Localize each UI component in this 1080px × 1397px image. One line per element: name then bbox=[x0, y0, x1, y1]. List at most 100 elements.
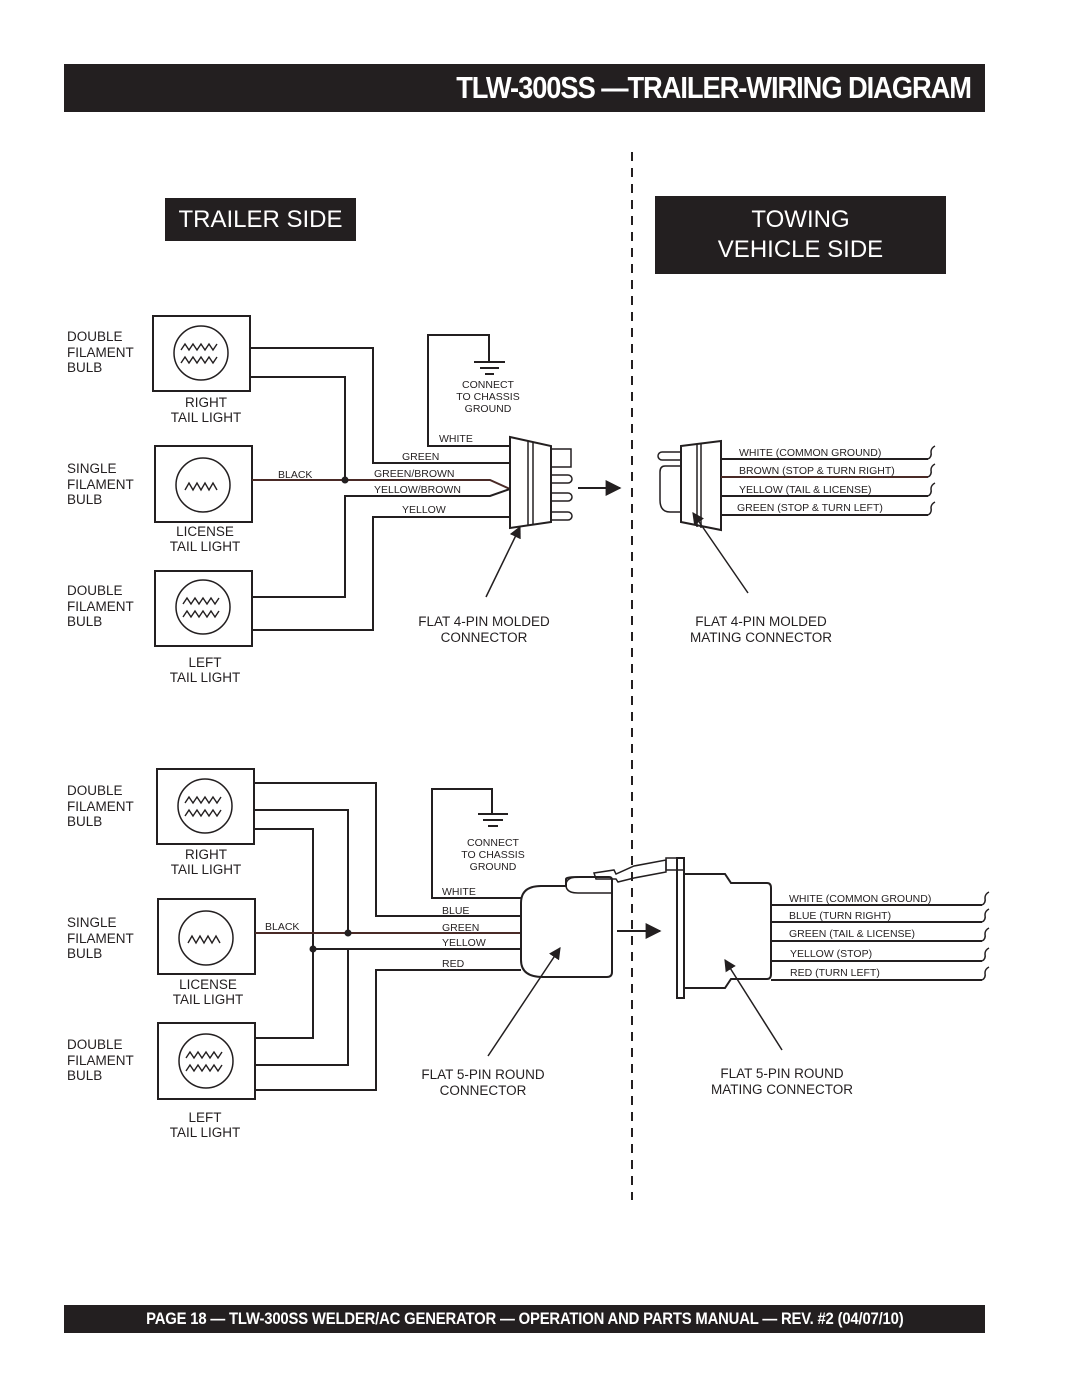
vehicle-wire-label: YELLOW (STOP) bbox=[790, 948, 872, 960]
bulb-icon bbox=[178, 910, 234, 966]
wire-break-icon bbox=[927, 463, 936, 478]
vehicle-wire-label: BROWN (STOP & TURN RIGHT) bbox=[739, 465, 895, 477]
junction-dot bbox=[341, 476, 349, 484]
wire-label-black: BLACK bbox=[278, 469, 312, 481]
five-pin-trailer-wires: CONNECT TO CHASSIS GROUND BLACK WHITE BL… bbox=[254, 782, 525, 1091]
four-pin-mating-label: FLAT 4-PIN MOLDED bbox=[695, 614, 827, 629]
ground-note: TO CHASSIS bbox=[456, 391, 519, 403]
five-pin-connector-label: CONNECTOR bbox=[440, 1083, 527, 1098]
right-tail-light-label: RIGHT bbox=[185, 395, 227, 410]
right-tail-light-label: TAIL LIGHT bbox=[171, 410, 242, 425]
license-tail-light bbox=[154, 445, 253, 523]
junction-dot bbox=[344, 929, 352, 937]
five-pin-connector-label: FLAT 5-PIN ROUND bbox=[421, 1067, 545, 1082]
vehicle-wire-label: BLUE (TURN RIGHT) bbox=[789, 910, 891, 922]
vehicle-wire-label: YELLOW (TAIL & LICENSE) bbox=[739, 484, 871, 496]
wire-break-icon bbox=[927, 501, 936, 516]
flat-4-pin-mating-connector-icon bbox=[657, 439, 722, 532]
bulb-type-text: FILAMENT bbox=[67, 1053, 134, 1068]
wire-label-blue: BLUE bbox=[442, 905, 469, 917]
left-tail-light bbox=[154, 570, 253, 647]
wire-label-yellow-brown: YELLOW/BROWN bbox=[374, 484, 461, 496]
license-tail-light-2 bbox=[157, 898, 256, 975]
wire-break-icon bbox=[981, 947, 990, 962]
right-bulb-type-label-2: DOUBLE FILAMENT BULB bbox=[67, 783, 134, 829]
vehicle-wire-label: RED (TURN LEFT) bbox=[790, 967, 880, 979]
five-pin-mating-label: MATING CONNECTOR bbox=[711, 1082, 853, 1097]
right-tail-light-2 bbox=[156, 768, 255, 845]
vehicle-wire-label: GREEN (TAIL & LICENSE) bbox=[789, 928, 915, 940]
yellow-wire bbox=[255, 948, 521, 1039]
ground-symbol-icon bbox=[474, 361, 505, 375]
callout-arrow-icon bbox=[487, 947, 561, 1057]
callout-arrow-icon bbox=[724, 958, 783, 1051]
left-bulb-type-label-2: DOUBLE FILAMENT BULB bbox=[67, 1037, 134, 1083]
license-bulb-type-label: SINGLE FILAMENT BULB bbox=[67, 461, 134, 507]
ground-symbol-icon bbox=[478, 813, 508, 827]
footer-text: PAGE 18 — TLW-300SS WELDER/AC GENERATOR … bbox=[145, 1310, 904, 1328]
double-filament-icon bbox=[180, 343, 218, 364]
page-footer: PAGE 18 — TLW-300SS WELDER/AC GENERATOR … bbox=[64, 1305, 985, 1333]
five-pin-vehicle-wires: WHITE (COMMON GROUND) BLUE (TURN RIGHT) … bbox=[771, 891, 990, 981]
left-tail-light-label: LEFT bbox=[188, 1110, 221, 1125]
yellow-brown-wire bbox=[252, 488, 511, 598]
bulb-icon bbox=[178, 1033, 234, 1089]
wire-break-icon bbox=[981, 891, 990, 906]
left-mid-wire bbox=[255, 950, 349, 1066]
vehicle-wire-label: WHITE (COMMON GROUND) bbox=[739, 447, 881, 459]
wire-label-red: RED bbox=[442, 958, 465, 970]
right-tail-light-label: RIGHT bbox=[185, 847, 227, 862]
flat-4-pin-connector-icon bbox=[509, 435, 573, 530]
bulb-type-text: BULB bbox=[67, 946, 102, 961]
left-tail-light-label: TAIL LIGHT bbox=[170, 1125, 241, 1140]
wire-break-icon bbox=[927, 445, 936, 460]
wire-label-white: WHITE bbox=[439, 433, 473, 445]
junction-dot bbox=[309, 945, 317, 953]
wiring-diagram: DOUBLE FILAMENT BULB SINGLE FILAMENT BUL… bbox=[67, 152, 990, 1200]
five-pin-mating-label: FLAT 5-PIN ROUND bbox=[720, 1066, 844, 1081]
license-tail-light-label: LICENSE bbox=[179, 977, 237, 992]
four-pin-mating-label: MATING CONNECTOR bbox=[690, 630, 832, 645]
bulb-type-text: FILAMENT bbox=[67, 799, 134, 814]
bulb-type-text: BULB bbox=[67, 814, 102, 829]
left-tail-light-label: TAIL LIGHT bbox=[170, 670, 241, 685]
wire-label-black: BLACK bbox=[265, 921, 299, 933]
ground-note: CONNECT bbox=[467, 837, 520, 849]
wire-break-icon bbox=[981, 966, 990, 981]
right-bulb-type-label: DOUBLE FILAMENT BULB bbox=[67, 329, 134, 375]
four-pin-connector-label: FLAT 4-PIN MOLDED bbox=[418, 614, 550, 629]
four-pin-connector-label: CONNECTOR bbox=[441, 630, 528, 645]
bulb-type-text: DOUBLE bbox=[67, 1037, 123, 1052]
bulb-icon bbox=[177, 778, 233, 834]
right-lower-wire bbox=[250, 376, 346, 480]
bulb-type-text: BULB bbox=[67, 1068, 102, 1083]
single-filament-icon bbox=[184, 482, 218, 491]
license-tail-light-label: TAIL LIGHT bbox=[173, 992, 244, 1007]
bulb-type-text: DOUBLE bbox=[67, 783, 123, 798]
left-tail-light-label: LEFT bbox=[188, 655, 221, 670]
bulb-type-text: FILAMENT bbox=[67, 345, 134, 360]
bulb-type-text: BULB bbox=[67, 614, 102, 629]
left-bulb-type-label: DOUBLE FILAMENT BULB bbox=[67, 583, 134, 629]
bulb-icon bbox=[175, 579, 231, 635]
bulb-type-text: DOUBLE bbox=[67, 583, 123, 598]
ground-note: GROUND bbox=[470, 861, 517, 873]
bulb-type-text: BULB bbox=[67, 360, 102, 375]
flat-5-pin-round-mating-connector-icon bbox=[665, 857, 772, 999]
four-pin-vehicle-wires: WHITE (COMMON GROUND) BROWN (STOP & TURN… bbox=[721, 445, 936, 516]
right-tail-light-label: TAIL LIGHT bbox=[171, 862, 242, 877]
wire-label-green-brown: GREEN/BROWN bbox=[374, 468, 455, 480]
bulb-icon bbox=[173, 325, 229, 381]
four-pin-trailer-wires: CONNECT TO CHASSIS GROUND BLACK WHITE GR… bbox=[250, 334, 520, 631]
ground-note: TO CHASSIS bbox=[461, 849, 524, 861]
bulb-type-text: FILAMENT bbox=[67, 931, 134, 946]
wire-label-yellow: YELLOW bbox=[402, 504, 446, 516]
wire-break-icon bbox=[981, 927, 990, 942]
license-bulb-type-label-2: SINGLE FILAMENT BULB bbox=[67, 915, 134, 961]
single-filament-icon bbox=[187, 935, 221, 944]
wire-break-icon bbox=[981, 908, 990, 923]
wire-break-icon bbox=[927, 482, 936, 497]
flat-5-pin-round-connector-icon bbox=[520, 859, 667, 978]
wire-label-yellow: YELLOW bbox=[442, 937, 486, 949]
left-tail-light-2 bbox=[157, 1022, 256, 1100]
